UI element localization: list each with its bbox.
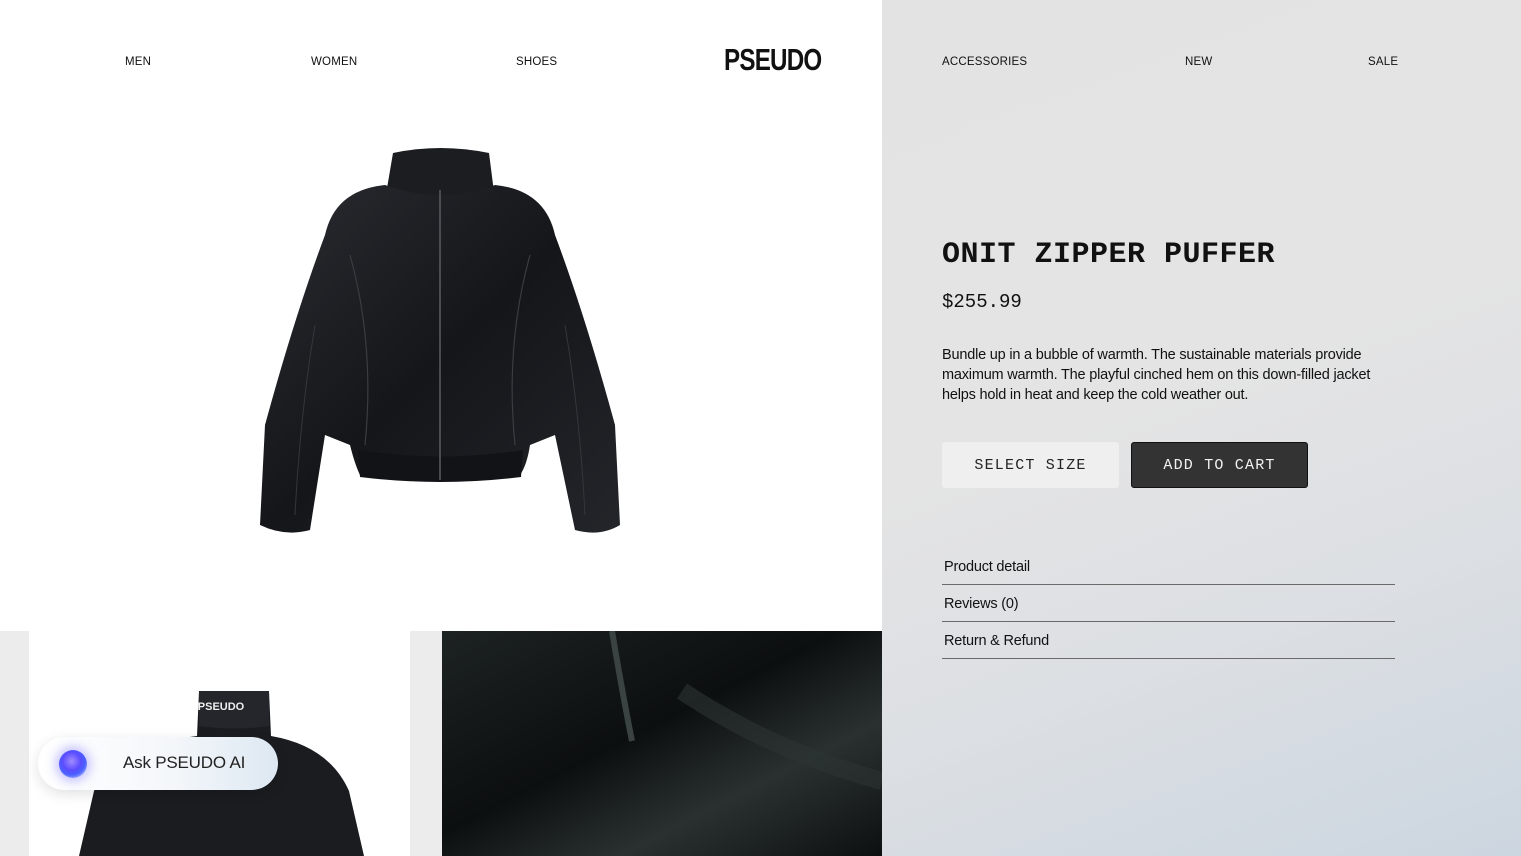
add-to-cart-button[interactable]: ADD TO CART: [1131, 442, 1308, 488]
product-info-panel: ACCESSORIES NEW SALE ONIT ZIPPER PUFFER …: [882, 0, 1521, 856]
nav-sale[interactable]: SALE: [1368, 56, 1398, 68]
accordion-label: Reviews (0): [944, 596, 1019, 612]
accordion-reviews[interactable]: Reviews (0): [942, 585, 1395, 622]
thumbnail-material-closeup[interactable]: [442, 631, 882, 856]
product-title: ONIT ZIPPER PUFFER: [942, 238, 1276, 272]
accordion-label: Return & Refund: [944, 633, 1050, 649]
nav-women[interactable]: WOMEN: [311, 56, 357, 68]
select-size-button[interactable]: SELECT SIZE: [942, 442, 1119, 488]
accordion-label: Product detail: [944, 559, 1030, 575]
nav-men[interactable]: MEN: [125, 56, 151, 68]
product-gallery: MEN WOMEN SHOES PSEUDO PSEUDO Ask PSEUDO…: [0, 0, 882, 856]
product-accordion: Product detail Reviews (0) Return & Refu…: [942, 548, 1395, 659]
product-main-image[interactable]: [255, 145, 625, 540]
product-price: $255.99: [942, 291, 1022, 313]
ask-ai-button[interactable]: Ask PSEUDO AI: [38, 737, 278, 790]
accordion-return-refund[interactable]: Return & Refund: [942, 622, 1395, 659]
brand-logo[interactable]: PSEUDO: [724, 42, 822, 78]
nav-shoes[interactable]: SHOES: [516, 56, 557, 68]
nav-new[interactable]: NEW: [1185, 56, 1212, 68]
product-description: Bundle up in a bubble of warmth. The sus…: [942, 347, 1371, 403]
ai-orb-icon: [59, 750, 87, 778]
nav-accessories[interactable]: ACCESSORIES: [942, 56, 1027, 68]
jacket-back-logo: PSEUDO: [198, 701, 245, 713]
accordion-product-detail[interactable]: Product detail: [942, 548, 1395, 585]
material-closeup-image: [442, 631, 882, 856]
ask-ai-label: Ask PSEUDO AI: [123, 753, 246, 772]
